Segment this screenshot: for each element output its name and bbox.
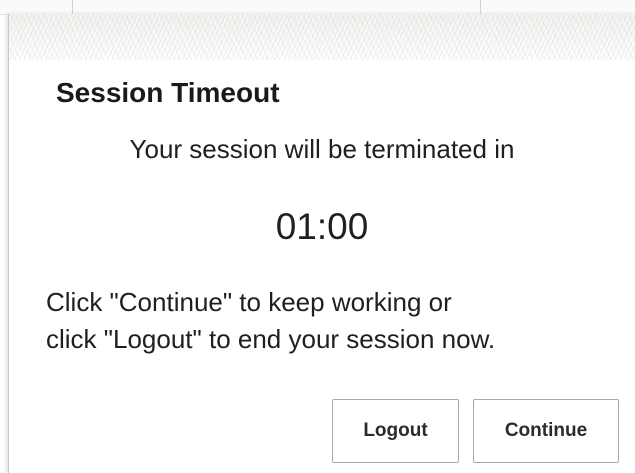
continue-button[interactable]: Continue [473, 399, 619, 463]
instructions-text: Click "Continue" to keep working or clic… [46, 284, 631, 358]
background-divider [480, 0, 481, 14]
countdown-timer: 01:00 [275, 206, 369, 247]
instructions-line: Click "Continue" to keep working or [46, 287, 452, 317]
session-timeout-dialog: Session Timeout Your session will be ter… [8, 14, 635, 473]
background-divider [72, 0, 73, 14]
termination-message: Your session will be terminated in [129, 134, 515, 164]
dialog-header-band [9, 14, 635, 60]
background-page-strip [0, 0, 635, 15]
dialog-title: Session Timeout [56, 77, 280, 108]
logout-button[interactable]: Logout [332, 399, 459, 463]
instructions-line: click "Logout" to end your session now. [46, 324, 496, 354]
